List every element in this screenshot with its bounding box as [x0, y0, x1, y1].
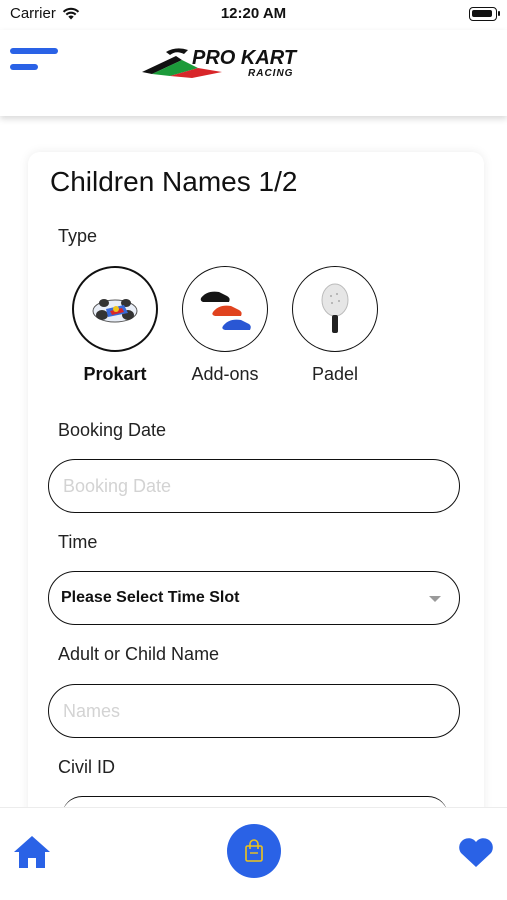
battery-icon: [469, 7, 500, 21]
name-input[interactable]: [48, 684, 460, 738]
type-option-prokart[interactable]: Prokart: [72, 266, 158, 385]
heart-icon[interactable]: [456, 832, 496, 872]
booking-date-label: Booking Date: [58, 420, 167, 440]
civil-id-label: Civil ID: [58, 757, 115, 777]
app-header: PRO KART RACING: [0, 30, 507, 116]
booking-date-input[interactable]: [48, 459, 460, 513]
name-label: Adult or Child Name: [58, 644, 220, 664]
type-label-addons: Add-ons: [191, 364, 259, 384]
dropdown-arrow-icon: [429, 596, 441, 602]
status-bar: Carrier 12:20 AM: [0, 0, 507, 30]
kart-image: [72, 266, 158, 352]
logo-text-main: PRO KART: [192, 47, 298, 69]
shopping-bag-button[interactable]: [227, 824, 281, 878]
hamburger-menu-icon[interactable]: [10, 46, 62, 76]
booking-card: Children Names 1/2 Type Prokart Add-ons …: [28, 152, 484, 852]
type-label-padel: Padel: [311, 364, 359, 384]
bottom-tab-bar: [0, 807, 507, 900]
shoes-image: [182, 266, 268, 352]
status-time: 12:20 AM: [220, 5, 287, 22]
page-title: Children Names 1/2: [50, 166, 298, 197]
padel-racket-image: [292, 266, 378, 352]
shopping-bag-icon: [245, 839, 263, 862]
type-option-addons[interactable]: Add-ons: [182, 266, 268, 385]
type-option-padel[interactable]: Padel: [292, 266, 378, 385]
time-slot-select[interactable]: Please Select Time Slot: [48, 571, 460, 625]
home-icon[interactable]: [12, 832, 52, 872]
logo-text-sub: RACING: [248, 68, 293, 79]
prokart-logo: PRO KART RACING: [136, 38, 316, 84]
type-label: Type: [58, 226, 98, 246]
type-label-prokart: Prokart: [83, 364, 147, 384]
time-label: Time: [58, 532, 98, 552]
time-slot-value: Please Select Time Slot: [61, 589, 240, 606]
